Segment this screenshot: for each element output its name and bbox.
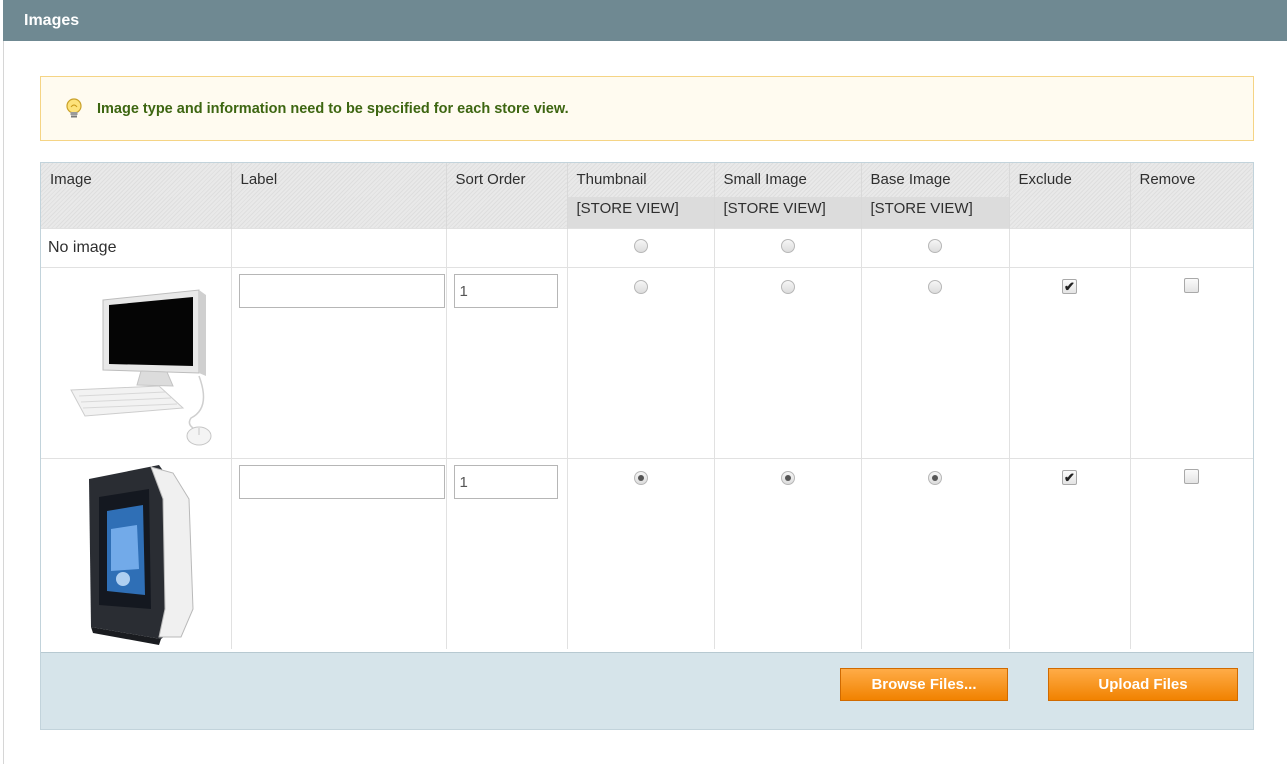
no-image-label: No image [41,228,232,268]
notice-text: Image type and information need to be sp… [97,100,569,117]
remove-checkbox-2[interactable] [1184,469,1200,484]
col-sort-order: Sort Order [446,163,568,197]
scope-thumbnail: [STORE VIEW] [567,197,715,229]
table-row: ✔ [41,267,1253,459]
header-spacer [1130,197,1253,229]
header-spacer [446,197,568,229]
desktop-computer-image [41,268,231,458]
table-row: ✔ [41,458,1253,649]
image-label-input-2[interactable] [238,465,445,499]
exclude-checkbox-1[interactable]: ✔ [1062,279,1077,294]
base-image-radio-2[interactable] [928,470,942,485]
upload-files-button[interactable]: Upload Files [1048,668,1238,701]
no-image-row: No image [41,228,1253,268]
remove-checkbox-1[interactable] [1184,278,1200,293]
sort-order-input-2[interactable] [453,465,558,499]
lightbulb-icon [65,97,83,120]
base-image-radio-none[interactable] [928,239,942,254]
scope-base-image: [STORE VIEW] [861,197,1010,229]
notice-message: Image type and information need to be sp… [40,76,1254,141]
header-spacer [41,197,232,229]
exclude-checkbox-2[interactable]: ✔ [1062,470,1077,485]
image-label-input-1[interactable] [238,274,445,308]
scope-small-image: [STORE VIEW] [714,197,862,229]
image-gallery: Image Label Sort Order Thumbnail Small I… [40,162,1254,730]
col-base-image: Base Image [861,163,1010,197]
col-remove: Remove [1130,163,1253,197]
col-label: Label [231,163,447,197]
thumbnail-radio-1[interactable] [633,279,648,294]
section-title: Images [3,0,1287,41]
thumbnail-radio-none[interactable] [633,239,648,254]
col-thumbnail: Thumbnail [567,163,715,197]
computer-tower-case-image [41,459,231,649]
small-image-radio-2[interactable] [780,470,795,485]
header-spacer [231,197,447,229]
col-image: Image [41,163,232,197]
images-table: Image Label Sort Order Thumbnail Small I… [41,163,1253,649]
header-spacer [1009,197,1131,229]
base-image-radio-1[interactable] [928,279,942,294]
gallery-footer: Browse Files... Upload Files [41,652,1253,729]
sort-order-input-1[interactable] [453,274,558,308]
thumbnail-radio-2[interactable] [633,470,648,485]
images-page: Images Image type and information need t… [0,0,1287,764]
col-small-image: Small Image [714,163,862,197]
small-image-radio-none[interactable] [780,239,795,254]
small-image-radio-1[interactable] [780,279,795,294]
col-exclude: Exclude [1009,163,1131,197]
browse-files-button[interactable]: Browse Files... [840,668,1008,701]
left-border [3,40,4,764]
